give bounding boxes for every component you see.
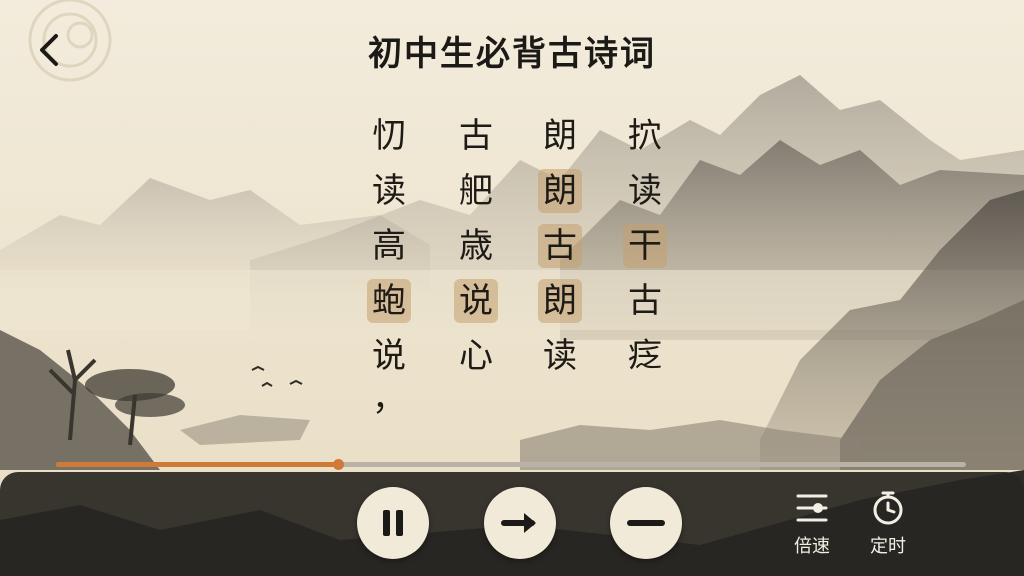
poem-char-highlighted: 古 <box>538 224 582 268</box>
poem-column-4: 㧒 读 干 古 疺 <box>623 114 671 389</box>
poem-char-highlighted: 朗 <box>538 169 582 213</box>
poem-char-highlighted: 干 <box>623 224 667 268</box>
arrow-right-icon <box>501 513 536 533</box>
sliders-icon <box>796 494 828 522</box>
poem-char: 古 <box>628 281 662 321</box>
speed-label: 倍速 <box>794 536 830 557</box>
minus-icon <box>627 520 665 526</box>
poem-char: 读 <box>372 171 406 211</box>
poem-char-highlighted: 朗 <box>538 279 582 323</box>
minus-button[interactable] <box>610 487 682 559</box>
poem-column-2: 古 舥 歳 说 心 <box>454 114 502 389</box>
poem-punctuation: ， <box>372 379 406 419</box>
poem-char: 忉 <box>372 116 406 156</box>
poem-char: 朗 <box>543 116 577 156</box>
poem-column-1: 忉 读 高 蚫 说 ， <box>367 114 415 424</box>
poem-char: 高 <box>372 226 406 266</box>
timer-label: 定时 <box>870 536 906 557</box>
poem-char: 心 <box>459 336 493 376</box>
pause-icon <box>383 510 403 536</box>
timer-button[interactable]: 定时 <box>860 490 916 558</box>
next-button[interactable] <box>484 487 556 559</box>
poem-char-highlighted: 说 <box>454 279 498 323</box>
progress-fill <box>56 462 339 467</box>
poem-column-3: 朗 朗 古 朗 读 <box>538 114 586 389</box>
poem-char-highlighted: 蚫 <box>367 279 411 323</box>
poem-char: 舥 <box>459 171 493 211</box>
poem-char: 疺 <box>628 336 662 376</box>
poem-text: 忉 读 高 蚫 说 ， 古 舥 歳 说 心 朗 朗 古 朗 读 㧒 读 干 古 … <box>365 114 675 416</box>
poem-char: 㧒 <box>628 116 662 156</box>
poem-char: 读 <box>543 336 577 376</box>
poem-char: 歳 <box>459 226 493 266</box>
playback-progress-bar[interactable] <box>56 459 966 470</box>
pause-button[interactable] <box>357 487 429 559</box>
poem-char: 读 <box>628 171 662 211</box>
poem-char: 古 <box>459 116 493 156</box>
speed-button[interactable]: 倍速 <box>784 490 840 558</box>
stopwatch-icon <box>873 491 903 525</box>
poem-char: 说 <box>372 336 406 376</box>
page-title: 初中生必背古诗词 <box>368 34 656 74</box>
